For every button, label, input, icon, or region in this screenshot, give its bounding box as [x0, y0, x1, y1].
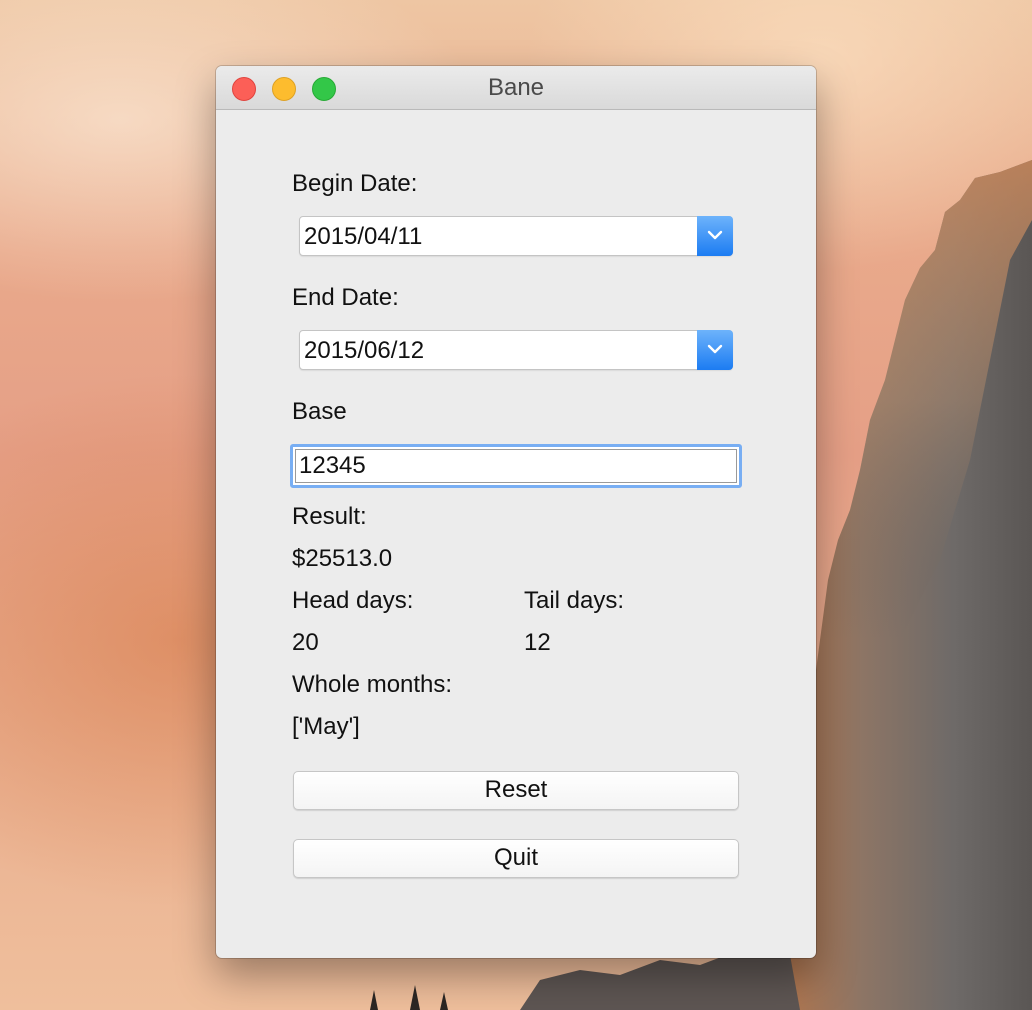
reset-button[interactable]: Reset [293, 771, 739, 810]
begin-date-label: Begin Date: [292, 170, 418, 197]
window-title: Bane [487, 74, 545, 101]
chevron-down-icon [707, 344, 723, 354]
begin-date-value[interactable]: 2015/04/11 [304, 217, 422, 257]
title-bar[interactable]: Bane [216, 66, 816, 110]
whole-months-label: Whole months: [292, 671, 453, 698]
head-days-label: Head days: [292, 587, 414, 614]
base-input-value[interactable]: 12345 [299, 447, 366, 485]
result-value: $25513.0 [292, 545, 393, 572]
begin-date-dropdown-button[interactable] [697, 216, 733, 256]
head-days-value: 20 [292, 629, 319, 656]
end-date-label: End Date: [292, 284, 399, 311]
result-label: Result: [292, 503, 367, 530]
end-date-dropdown-button[interactable] [697, 330, 733, 370]
begin-date-combobox[interactable]: 2015/04/11 [299, 216, 733, 256]
tail-days-label: Tail days: [524, 587, 625, 614]
end-date-value[interactable]: 2015/06/12 [304, 331, 424, 371]
end-date-combobox[interactable]: 2015/06/12 [299, 330, 733, 370]
quit-button[interactable]: Quit [293, 839, 739, 878]
tail-days-value: 12 [524, 629, 551, 656]
base-label: Base [292, 398, 347, 425]
chevron-down-icon [707, 230, 723, 240]
app-window: Bane Begin Date: 2015/04/11 End Date: 20… [216, 66, 816, 958]
whole-months-value: ['May'] [292, 713, 360, 740]
base-input[interactable]: 12345 [290, 444, 742, 488]
